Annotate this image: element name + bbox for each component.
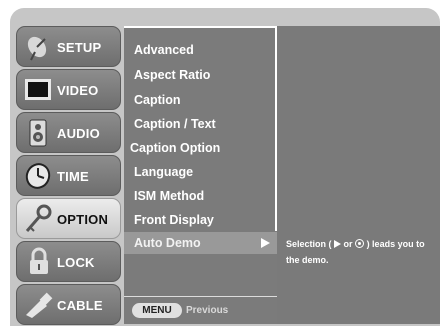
ok-button-icon bbox=[355, 239, 365, 248]
sidebar-item-cable[interactable]: CABLE bbox=[16, 284, 121, 325]
key-icon bbox=[25, 204, 52, 232]
sidebar-label: OPTION bbox=[57, 212, 109, 227]
menu-item-language[interactable]: Language bbox=[134, 160, 193, 184]
sidebar-label: AUDIO bbox=[57, 126, 100, 141]
sidebar-item-audio[interactable]: AUDIO bbox=[16, 112, 121, 153]
help-text-middle: or bbox=[341, 239, 356, 249]
sidebar-label: LOCK bbox=[57, 255, 95, 270]
tv-screen-icon bbox=[25, 79, 51, 100]
menu-right-border bbox=[275, 26, 277, 231]
sidebar-item-setup[interactable]: SETUP bbox=[16, 26, 121, 67]
menu-item-caption-text[interactable]: Caption / Text bbox=[134, 112, 216, 136]
menu-item-caption[interactable]: Caption bbox=[134, 88, 181, 112]
padlock-icon bbox=[30, 247, 48, 274]
menu-top-border bbox=[124, 26, 277, 28]
sidebar-label: CABLE bbox=[57, 298, 103, 313]
info-panel: Selection ( or ) leads you to the demo. bbox=[277, 26, 440, 324]
satellite-dish-icon bbox=[27, 36, 47, 61]
play-arrow-icon bbox=[334, 240, 342, 248]
menu-item-caption-option[interactable]: Caption Option bbox=[130, 136, 220, 160]
speaker-icon bbox=[29, 119, 47, 147]
sidebar-item-lock[interactable]: LOCK bbox=[16, 241, 121, 282]
help-text-prefix: Selection ( bbox=[286, 239, 332, 249]
previous-label: Previous bbox=[186, 305, 229, 316]
cable-plug-icon bbox=[26, 292, 53, 318]
menu-item-front-display[interactable]: Front Display bbox=[134, 208, 214, 232]
menu-item-ism-method[interactable]: ISM Method bbox=[134, 184, 204, 208]
right-arrow-icon bbox=[261, 238, 270, 248]
sidebar-item-video[interactable]: VIDEO bbox=[16, 69, 121, 110]
menu-key-badge[interactable]: MENU bbox=[132, 303, 182, 318]
sidebar-label: VIDEO bbox=[57, 83, 99, 98]
option-menu: Advanced Aspect Ratio Caption Caption / … bbox=[124, 26, 277, 324]
menu-divider bbox=[124, 296, 277, 297]
menu-item-advanced[interactable]: Advanced bbox=[134, 38, 194, 62]
sidebar-item-option[interactable]: OPTION bbox=[16, 198, 121, 239]
help-text: Selection ( or ) leads you to the demo. bbox=[286, 236, 438, 268]
menu-item-auto-demo[interactable]: Auto Demo bbox=[134, 232, 201, 254]
category-sidebar: SETUP VIDEO AUDIO TIME OPTION LOCK CABLE bbox=[16, 26, 121, 325]
clock-icon bbox=[25, 163, 51, 189]
sidebar-label: TIME bbox=[57, 169, 89, 184]
menu-item-aspect-ratio[interactable]: Aspect Ratio bbox=[134, 63, 210, 87]
sidebar-label: SETUP bbox=[57, 40, 102, 55]
sidebar-item-time[interactable]: TIME bbox=[16, 155, 121, 196]
